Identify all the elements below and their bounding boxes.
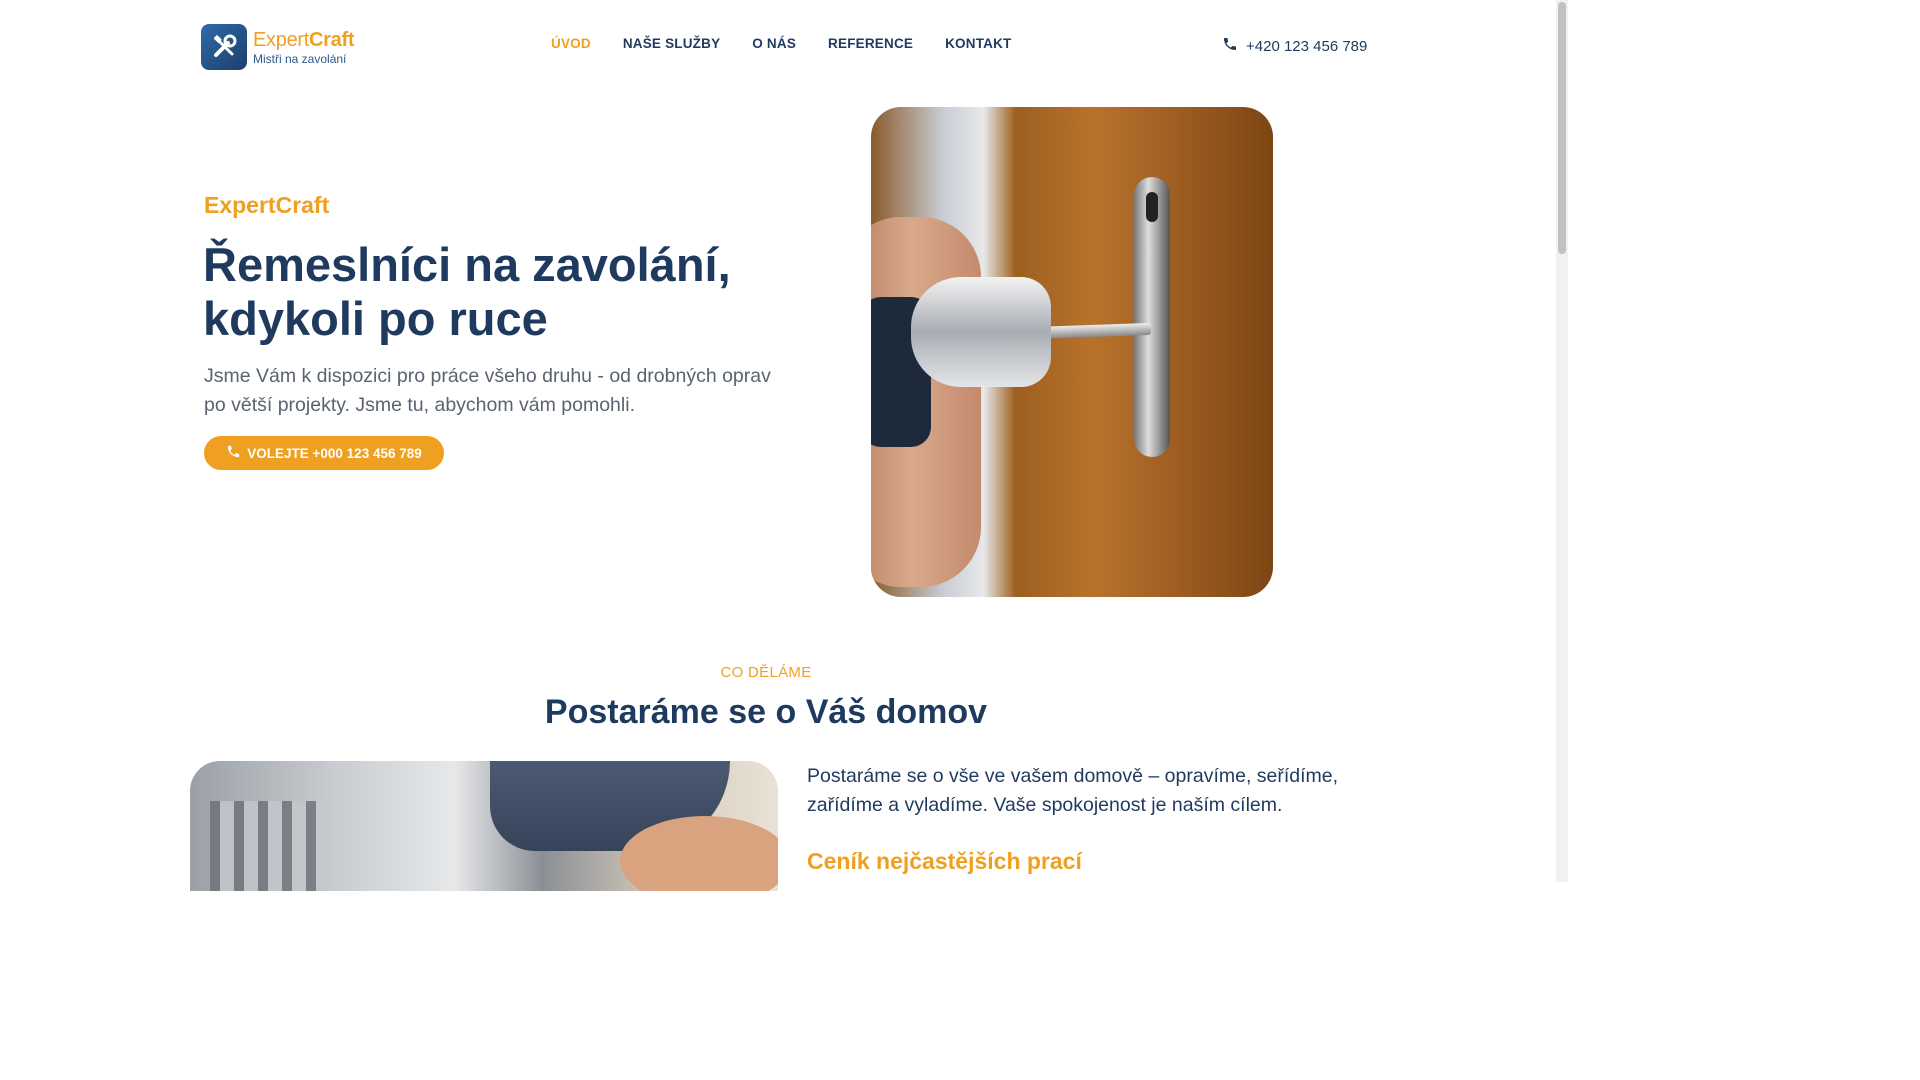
call-button-label: VOLEJTE +000 123 456 789 [247,445,422,461]
section-title: Postaráme se o Váš domov [544,693,988,731]
hero-title-line-2: kdykoli po ruce [203,292,548,345]
tools-icon [201,24,247,70]
nav-item-about[interactable]: O NÁS [736,36,812,51]
nav-item-uvod[interactable]: ÚVOD [535,36,607,51]
nav-item-contact[interactable]: KONTAKT [929,36,1027,51]
header-phone-number: +420 123 456 789 [1246,37,1368,55]
logo-tagline: Mistři na zavolání [253,51,347,66]
section-image-plumber [190,761,778,891]
section-description: Postaráme se o vše ve vašem domově – opr… [807,765,1339,816]
hero-eyebrow: ExpertCraft [204,192,330,218]
price-list-heading: Ceník nejčastějších prací [807,848,1082,874]
scrollbar-thumb[interactable] [1558,2,1566,254]
nav-item-services[interactable]: NAŠE SLUŽBY [607,36,736,51]
hero-title-line-1: Řemeslníci na zavolání, [203,238,731,291]
hero-title: Řemeslníci na zavolání, kdykoli po ruce [203,238,803,346]
hero-description: Jsme Vám k dispozici pro práce všeho dru… [204,365,771,416]
header-phone-link[interactable]: +420 123 456 789 [1222,36,1367,56]
section-eyebrow: CO DĚLÁME [720,664,812,681]
phone-icon [1222,36,1238,56]
logo-name: ExpertCraft [253,28,355,51]
logo[interactable]: ExpertCraft Mistři na zavolání [201,23,361,71]
main-nav: ÚVOD NAŠE SLUŽBY O NÁS REFERENCE KONTAKT [535,36,1028,51]
page-scrollbar[interactable] [1556,0,1568,882]
phone-icon [226,444,241,462]
site-header: ExpertCraft Mistři na zavolání ÚVOD NAŠE… [0,0,1556,92]
logo-text: ExpertCraft Mistři na zavolání [253,30,354,65]
hero-image-drill [871,107,1273,597]
nav-item-references[interactable]: REFERENCE [812,36,929,51]
call-button[interactable]: VOLEJTE +000 123 456 789 [204,436,444,470]
